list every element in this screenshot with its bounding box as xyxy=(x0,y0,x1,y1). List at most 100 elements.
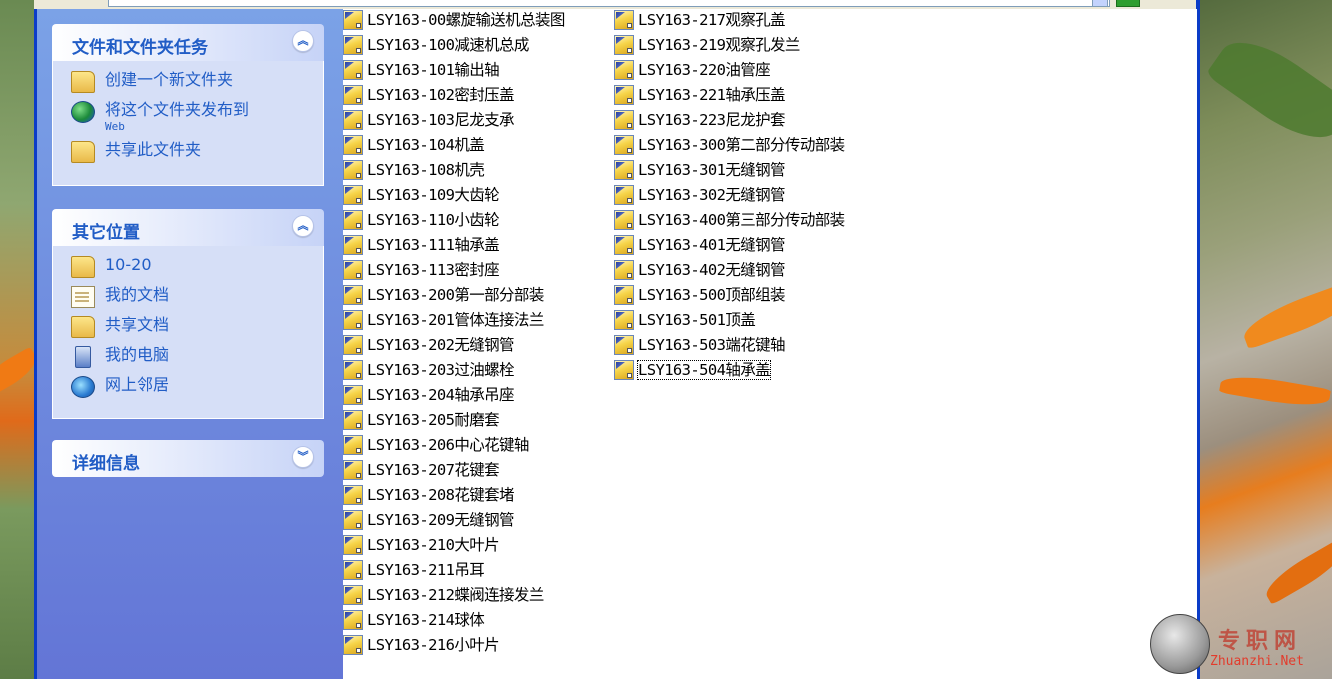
expand-chevron-icon[interactable]: ︾ xyxy=(292,446,314,468)
drawing-file-icon xyxy=(343,610,363,630)
drawing-file-icon xyxy=(614,135,634,155)
place-label[interactable]: 网上邻居 xyxy=(105,375,169,394)
file-name[interactable]: LSY163-208花键套堵 xyxy=(367,486,515,504)
drawing-file-icon xyxy=(343,585,363,605)
file-name[interactable]: LSY163-210大叶片 xyxy=(367,536,500,554)
file-name[interactable]: LSY163-211吊耳 xyxy=(367,561,485,579)
file-tasks-body: 创建一个新文件夹 将这个文件夹发布到 Web 共享此文件夹 xyxy=(52,61,324,186)
file-name[interactable]: LSY163-300第二部分传动部装 xyxy=(638,136,845,154)
my-documents-icon xyxy=(71,286,95,308)
drawing-file-icon xyxy=(343,210,363,230)
collapse-chevron-icon[interactable]: ︽ xyxy=(292,215,314,237)
file-name[interactable]: LSY163-109大齿轮 xyxy=(367,186,500,204)
file-name[interactable]: LSY163-220油管座 xyxy=(638,61,771,79)
file-name[interactable]: LSY163-204轴承吊座 xyxy=(367,386,515,404)
collapse-chevron-icon[interactable]: ︽ xyxy=(292,30,314,52)
drawing-file-icon xyxy=(343,310,363,330)
drawing-file-icon xyxy=(343,485,363,505)
task-label[interactable]: 创建一个新文件夹 xyxy=(105,70,233,89)
file-name[interactable]: LSY163-219观察孔发兰 xyxy=(638,36,800,54)
drawing-file-icon xyxy=(614,310,634,330)
file-name[interactable]: LSY163-302无缝钢管 xyxy=(638,186,786,204)
other-places-panel: 其它位置 ︽ 10-20 我的文档 共享文档 我的电脑 网上邻居 xyxy=(52,209,324,419)
place-shared-documents[interactable]: 共享文档 xyxy=(53,312,323,342)
network-places-icon xyxy=(71,376,95,398)
file-name[interactable]: LSY163-202无缝钢管 xyxy=(367,336,515,354)
panel-title: 文件和文件夹任务 xyxy=(72,38,208,58)
file-name[interactable]: LSY163-209无缝钢管 xyxy=(367,511,515,529)
place-label[interactable]: 10-20 xyxy=(105,255,152,274)
file-name[interactable]: LSY163-501顶盖 xyxy=(638,311,756,329)
file-name[interactable]: LSY163-101输出轴 xyxy=(367,61,500,79)
task-publish-web[interactable]: 将这个文件夹发布到 Web xyxy=(53,97,323,137)
file-name[interactable]: LSY163-206中心花键轴 xyxy=(367,436,529,454)
place-my-computer[interactable]: 我的电脑 xyxy=(53,342,323,372)
file-name[interactable]: LSY163-301无缝钢管 xyxy=(638,161,786,179)
drawing-file-icon xyxy=(614,210,634,230)
task-new-folder[interactable]: 创建一个新文件夹 xyxy=(53,67,323,97)
share-folder-icon xyxy=(71,141,95,163)
task-label[interactable]: 将这个文件夹发布到 xyxy=(105,100,249,119)
watermark-logo-icon xyxy=(1150,614,1210,674)
details-panel: 详细信息 ︾ xyxy=(52,440,324,477)
place-label[interactable]: 共享文档 xyxy=(105,315,169,334)
file-name[interactable]: LSY163-201管体连接法兰 xyxy=(367,311,544,329)
place-label[interactable]: 我的文档 xyxy=(105,285,169,304)
drawing-file-icon xyxy=(614,60,634,80)
task-pane: 文件和文件夹任务 ︽ 创建一个新文件夹 将这个文件夹发布到 Web 共享此文件夹 xyxy=(37,9,343,679)
drawing-file-icon xyxy=(614,185,634,205)
file-name[interactable]: LSY163-102密封压盖 xyxy=(367,86,515,104)
file-name[interactable]: LSY163-203过油螺栓 xyxy=(367,361,515,379)
publish-web-icon xyxy=(71,101,95,123)
file-name[interactable]: LSY163-110小齿轮 xyxy=(367,211,500,229)
details-header[interactable]: 详细信息 ︾ xyxy=(52,440,324,477)
drawing-file-icon xyxy=(343,435,363,455)
file-name[interactable]: LSY163-214球体 xyxy=(367,611,485,629)
place-my-documents[interactable]: 我的文档 xyxy=(53,282,323,312)
file-name[interactable]: LSY163-200第一部分部装 xyxy=(367,286,544,304)
file-name[interactable]: LSY163-223尼龙护套 xyxy=(638,111,786,129)
address-dropdown-button[interactable] xyxy=(1092,0,1108,7)
drawing-file-icon xyxy=(343,360,363,380)
file-name[interactable]: LSY163-111轴承盖 xyxy=(367,236,500,254)
file-name[interactable]: LSY163-00螺旋输送机总装图 xyxy=(367,11,565,29)
drawing-file-icon xyxy=(614,35,634,55)
task-sublabel[interactable]: Web xyxy=(105,120,125,133)
file-name[interactable]: LSY163-401无缝钢管 xyxy=(638,236,786,254)
drawing-file-icon xyxy=(614,285,634,305)
wallpaper-flower-petal xyxy=(1238,280,1332,350)
file-name[interactable]: LSY163-503端花键轴 xyxy=(638,336,786,354)
file-name[interactable]: LSY163-500顶部组装 xyxy=(638,286,786,304)
address-field[interactable] xyxy=(108,0,1110,7)
task-label[interactable]: 共享此文件夹 xyxy=(105,140,201,159)
place-network[interactable]: 网上邻居 xyxy=(53,372,323,402)
file-name[interactable]: LSY163-113密封座 xyxy=(367,261,500,279)
file-name[interactable]: LSY163-100减速机总成 xyxy=(367,36,529,54)
task-share-folder[interactable]: 共享此文件夹 xyxy=(53,137,323,167)
address-bar xyxy=(34,0,1196,9)
watermark-url: Zhuanzhi.Net xyxy=(1210,654,1304,669)
file-name[interactable]: LSY163-104机盖 xyxy=(367,136,485,154)
file-name[interactable]: LSY163-103尼龙支承 xyxy=(367,111,515,129)
file-name[interactable]: LSY163-504轴承盖 xyxy=(636,360,772,380)
drawing-file-icon xyxy=(343,535,363,555)
file-name[interactable]: LSY163-212蝶阀连接发兰 xyxy=(367,586,544,604)
file-name[interactable]: LSY163-205耐磨套 xyxy=(367,411,500,429)
file-tasks-header[interactable]: 文件和文件夹任务 ︽ xyxy=(52,24,324,61)
file-name[interactable]: LSY163-216小叶片 xyxy=(367,636,500,654)
file-name[interactable]: LSY163-108机壳 xyxy=(367,161,485,179)
other-places-header[interactable]: 其它位置 ︽ xyxy=(52,209,324,246)
place-label[interactable]: 我的电脑 xyxy=(105,345,169,364)
wallpaper-leaf xyxy=(1205,25,1332,155)
file-name[interactable]: LSY163-402无缝钢管 xyxy=(638,261,786,279)
file-name[interactable]: LSY163-207花键套 xyxy=(367,461,500,479)
place-10-20[interactable]: 10-20 xyxy=(53,252,323,282)
file-name[interactable]: LSY163-221轴承压盖 xyxy=(638,86,786,104)
file-name[interactable]: LSY163-400第三部分传动部装 xyxy=(638,211,845,229)
drawing-file-icon xyxy=(343,335,363,355)
drawing-file-icon xyxy=(343,185,363,205)
file-list-view[interactable]: LSY163-00螺旋输送机总装图 LSY163-100减速机总成 LSY163-1… xyxy=(343,9,1197,679)
file-name[interactable]: LSY163-217观察孔盖 xyxy=(638,11,786,29)
panel-title: 详细信息 xyxy=(72,454,140,474)
go-button[interactable] xyxy=(1116,0,1140,7)
